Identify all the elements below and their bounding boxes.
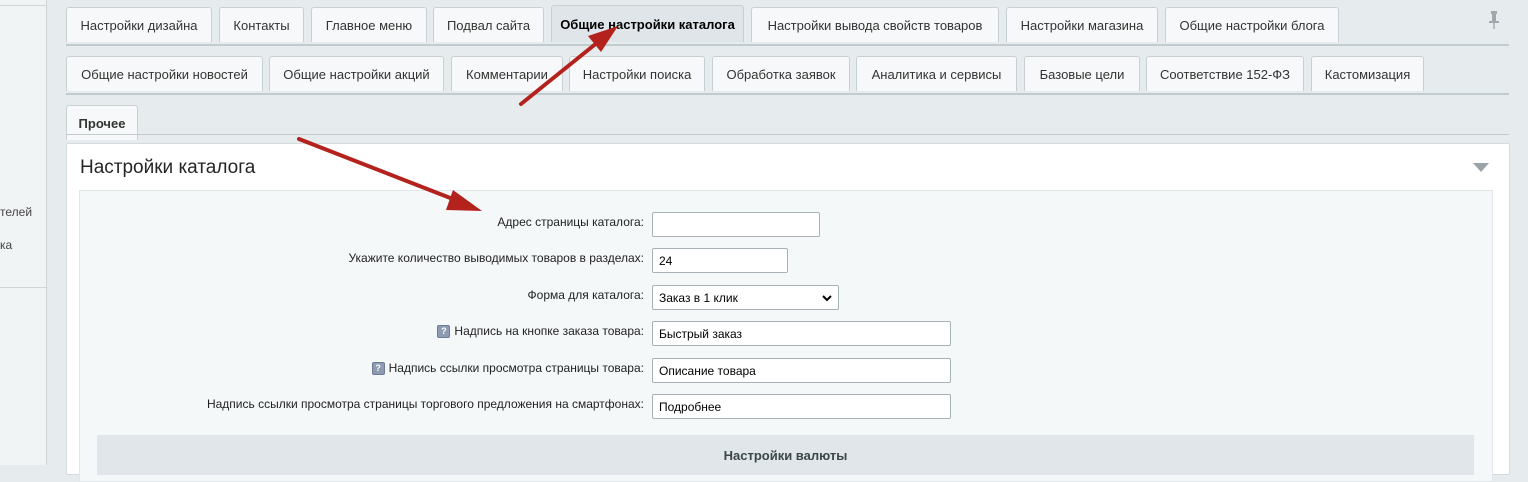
form-area: Адрес страницы каталога: Укажите количес… [79, 190, 1493, 482]
order-button-text-input[interactable] [652, 321, 951, 346]
tab-analytics-services[interactable]: Аналитика и сервисы [856, 56, 1017, 91]
field-label-catalog-address: Адрес страницы каталога: [497, 215, 644, 229]
pin-icon[interactable] [1487, 10, 1501, 30]
chevron-down-icon [822, 295, 832, 302]
tab-customization[interactable]: Кастомизация [1311, 56, 1424, 91]
currency-settings-header: Настройки валюты [97, 435, 1474, 475]
catalog-address-input[interactable] [652, 212, 820, 237]
panel-title: Настройки каталога [80, 157, 256, 178]
field-label-product-link: ? Надпись ссылки просмотра страницы това… [371, 361, 644, 375]
tab-promo-general-settings[interactable]: Общие настройки акций [269, 56, 444, 91]
field-label-text: Надпись ссылки просмотра страницы торгов… [206, 397, 644, 411]
tab-main-menu[interactable]: Главное меню [311, 7, 427, 42]
field-label-items-count: Укажите количество выводимых товаров в р… [348, 251, 644, 265]
left-sidebar: телей ка [0, 0, 47, 465]
catalog-form-select[interactable]: Заказ в 1 клик [652, 285, 839, 310]
offer-link-mobile-input[interactable] [652, 394, 951, 419]
field-label-order-button: ? Надпись на кнопке заказа товара: [437, 324, 644, 338]
tab-shop-settings[interactable]: Настройки магазина [1006, 7, 1158, 42]
product-link-text-input[interactable] [652, 358, 951, 383]
tab-base-goals[interactable]: Базовые цели [1024, 56, 1140, 91]
tab-product-properties-settings[interactable]: Настройки вывода свойств товаров [751, 7, 999, 42]
field-label-text: Надпись ссылки просмотра страницы товара… [388, 361, 644, 375]
tab-blog-general-settings[interactable]: Общие настройки блога [1165, 7, 1339, 42]
triangle-down-icon[interactable] [1473, 163, 1489, 173]
sidebar-item-2[interactable]: ка [0, 238, 12, 252]
tab-row-divider [66, 134, 1509, 135]
tab-news-general-settings[interactable]: Общие настройки новостей [66, 56, 263, 91]
tab-request-processing[interactable]: Обработка заявок [712, 56, 850, 91]
tab-row-divider [66, 44, 1509, 46]
tab-catalog-general-settings[interactable]: Общие настройки каталога [551, 5, 744, 42]
field-label-text: Укажите количество выводимых товаров в р… [348, 251, 644, 265]
tab-site-footer[interactable]: Подвал сайта [433, 7, 544, 42]
field-label-offer-link-mobile: Надпись ссылки просмотра страницы торгов… [207, 397, 644, 411]
field-label-text: Адрес страницы каталога: [497, 215, 644, 229]
tab-contacts[interactable]: Контакты [219, 7, 304, 42]
field-label-text: Форма для каталога: [527, 288, 644, 302]
sidebar-divider [0, 287, 46, 288]
sidebar-divider [0, 5, 46, 6]
catalog-settings-panel: Настройки каталога Адрес страницы катало… [66, 143, 1510, 482]
tab-152-fz-compliance[interactable]: Соответствие 152-ФЗ [1146, 56, 1304, 91]
items-count-input[interactable] [652, 248, 788, 273]
sidebar-item-1[interactable]: телей [0, 205, 32, 219]
select-value: Заказ в 1 клик [659, 290, 738, 305]
tab-row-divider [66, 93, 1509, 95]
tab-search-settings[interactable]: Настройки поиска [569, 56, 705, 91]
help-icon[interactable]: ? [371, 361, 385, 375]
field-label-catalog-form: Форма для каталога: [528, 288, 644, 302]
field-label-text: Надпись на кнопке заказа товара: [454, 324, 644, 338]
tab-design-settings[interactable]: Настройки дизайна [66, 7, 212, 42]
tab-comments[interactable]: Комментарии [451, 56, 563, 91]
help-icon[interactable]: ? [437, 324, 451, 338]
